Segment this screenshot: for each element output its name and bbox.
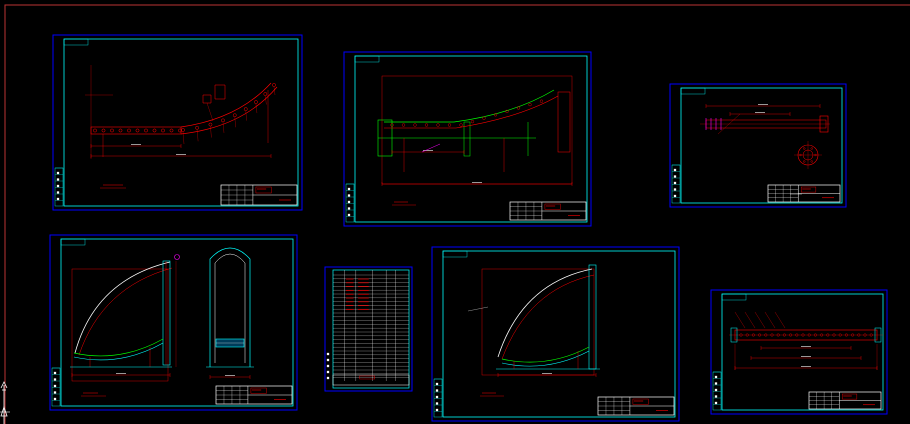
model-space-background (0, 0, 910, 424)
cad-drawing-canvas[interactable] (0, 0, 910, 424)
